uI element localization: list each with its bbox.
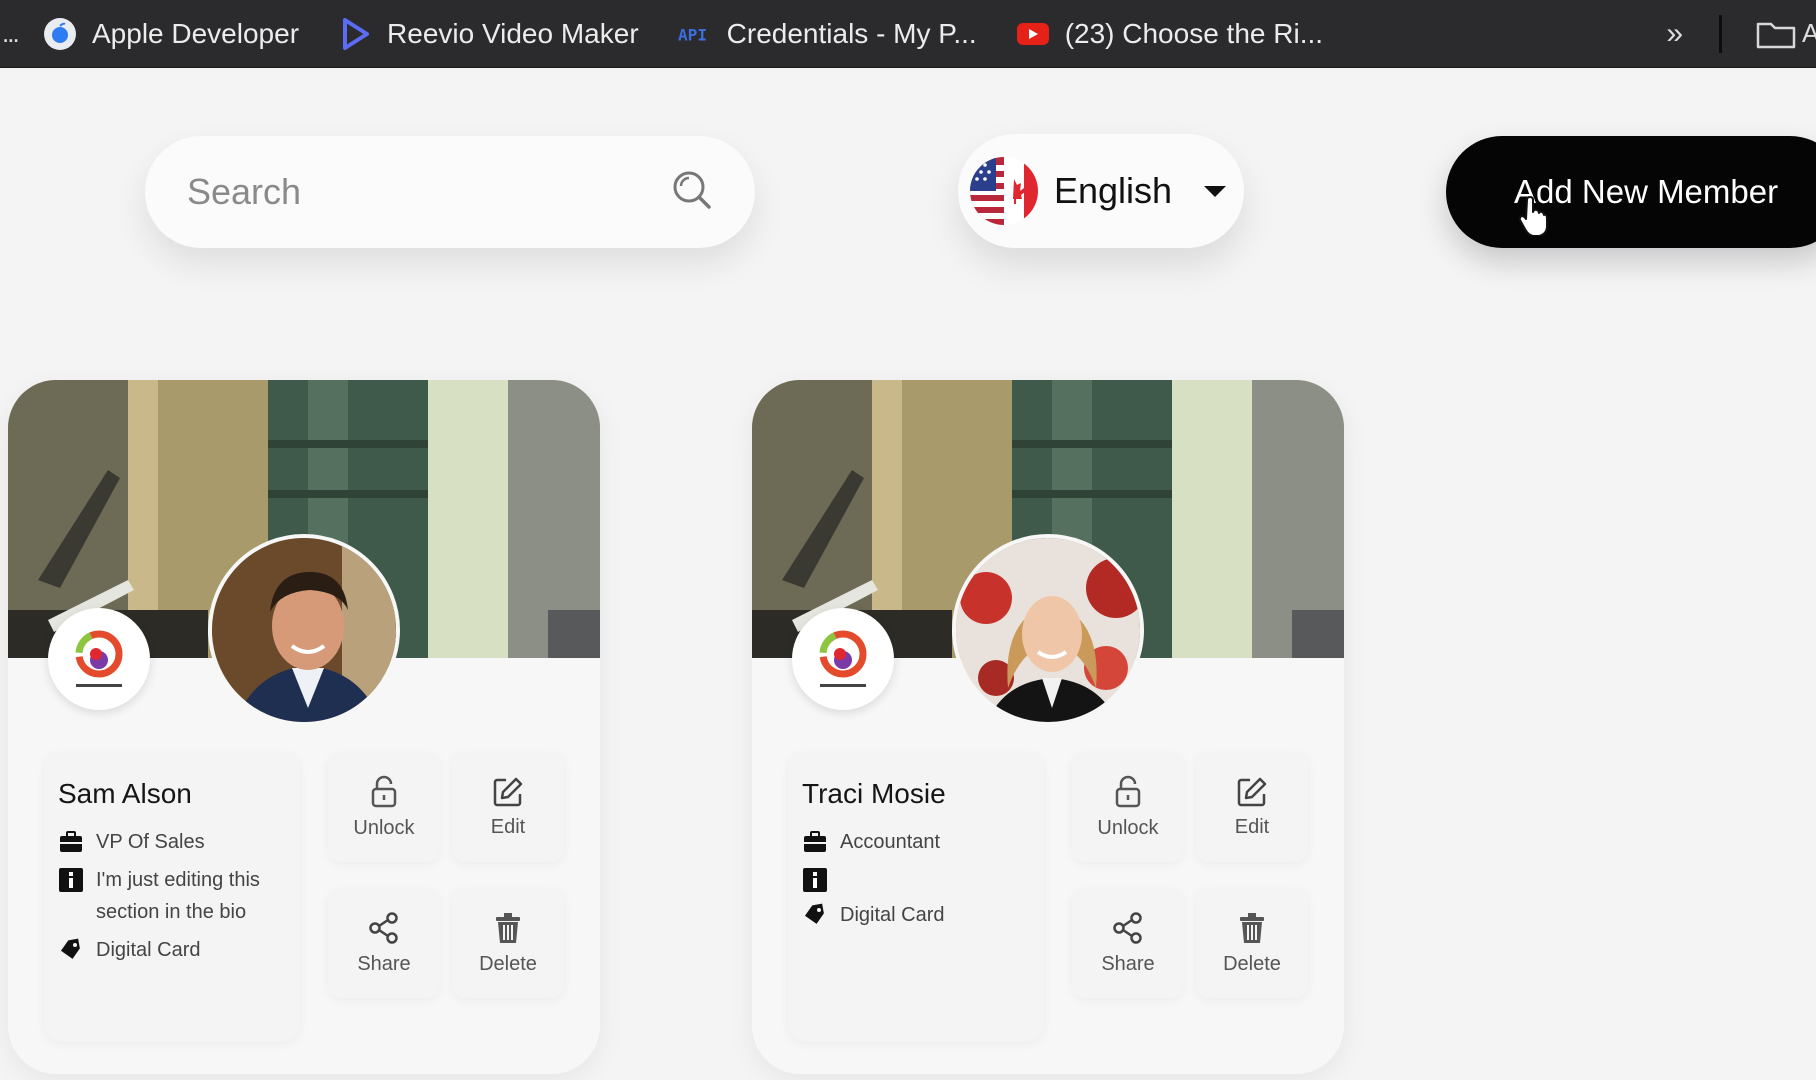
share-button[interactable]: Share bbox=[328, 888, 440, 998]
us-canada-flag-icon bbox=[970, 157, 1038, 225]
folder-label[interactable]: A bbox=[1802, 18, 1816, 49]
search-icon[interactable] bbox=[671, 169, 713, 216]
bookmarks-separator bbox=[1719, 14, 1722, 53]
member-info-panel: Sam Alson VP Of Sales I'm just editing t… bbox=[44, 752, 300, 1042]
member-card: Traci Mosie Accountant Digital Card Unlo… bbox=[752, 380, 1344, 1074]
bookmarks-overflow-icon[interactable]: » bbox=[1666, 17, 1683, 51]
reevio-play-icon bbox=[337, 16, 373, 52]
member-bio-row: I'm just editing this section in the bio bbox=[58, 864, 286, 928]
bookmark-credentials[interactable]: API Credentials - My P... bbox=[677, 16, 977, 52]
company-logo bbox=[792, 608, 894, 710]
info-icon bbox=[803, 868, 827, 892]
delete-button[interactable]: Delete bbox=[1196, 888, 1308, 998]
hand-cursor-icon bbox=[1518, 196, 1548, 236]
member-card: Sam Alson VP Of Sales I'm just editing t… bbox=[8, 380, 600, 1074]
member-name: Traci Mosie bbox=[802, 778, 946, 809]
svg-text:API: API bbox=[678, 25, 707, 44]
share-icon bbox=[369, 911, 398, 944]
delete-label: Delete bbox=[1223, 952, 1281, 975]
bookmark-label: Reevio Video Maker bbox=[387, 17, 639, 49]
member-title: Accountant bbox=[840, 831, 941, 853]
info-icon bbox=[59, 868, 83, 892]
member-avatar bbox=[952, 534, 1144, 726]
bookmark-label: Credentials - My P... bbox=[726, 17, 977, 49]
bookmark-label: (23) Choose the Ri... bbox=[1064, 17, 1324, 49]
language-selector[interactable]: English bbox=[958, 134, 1244, 248]
delete-label: Delete bbox=[479, 952, 537, 975]
share-label: Share bbox=[1101, 952, 1155, 975]
member-card-type: Digital Card bbox=[840, 904, 945, 926]
edit-label: Edit bbox=[490, 815, 526, 838]
unlock-button[interactable]: Unlock bbox=[1072, 752, 1184, 862]
trash-icon bbox=[496, 912, 520, 943]
share-label: Share bbox=[357, 952, 411, 975]
member-card-type-row: Digital Card bbox=[58, 934, 286, 966]
youtube-icon bbox=[1015, 16, 1051, 52]
briefcase-icon bbox=[804, 831, 826, 852]
edit-icon bbox=[493, 777, 523, 806]
unlock-icon bbox=[1115, 775, 1141, 807]
briefcase-icon bbox=[60, 831, 82, 852]
chevron-down-icon bbox=[1204, 185, 1227, 197]
tag-icon bbox=[804, 903, 824, 924]
member-bio-row bbox=[802, 864, 1030, 893]
trash-icon bbox=[1240, 912, 1264, 943]
search-bar[interactable]: Search bbox=[145, 136, 755, 248]
member-title-row: VP Of Sales bbox=[58, 826, 286, 858]
search-input[interactable]: Search bbox=[187, 171, 671, 213]
edit-button[interactable]: Edit bbox=[1196, 752, 1308, 862]
unlock-button[interactable]: Unlock bbox=[328, 752, 440, 862]
edit-button[interactable]: Edit bbox=[452, 752, 564, 862]
add-new-member-button[interactable]: Add New Member bbox=[1446, 136, 1816, 248]
bookmarks-bar: ... Apple Developer Reevio Video Maker A… bbox=[0, 0, 1816, 68]
api-icon: API bbox=[677, 16, 713, 52]
edit-label: Edit bbox=[1234, 815, 1270, 838]
tag-icon bbox=[60, 938, 80, 959]
share-button[interactable]: Share bbox=[1072, 888, 1184, 998]
company-logo bbox=[48, 608, 150, 710]
member-bio: I'm just editing this section in the bio bbox=[96, 869, 260, 923]
unlock-label: Unlock bbox=[1097, 816, 1159, 839]
delete-button[interactable]: Delete bbox=[452, 888, 564, 998]
member-avatar bbox=[208, 534, 400, 726]
member-card-type: Digital Card bbox=[96, 939, 201, 961]
bookmark-apple-developer[interactable]: Apple Developer bbox=[42, 16, 299, 52]
member-title: VP Of Sales bbox=[96, 831, 205, 853]
unlock-label: Unlock bbox=[353, 816, 415, 839]
edit-icon bbox=[1237, 777, 1267, 806]
member-card-type-row: Digital Card bbox=[802, 899, 1030, 931]
folder-icon[interactable] bbox=[1756, 18, 1796, 50]
share-icon bbox=[1113, 911, 1142, 944]
bookmark-youtube[interactable]: (23) Choose the Ri... bbox=[1015, 16, 1323, 52]
apple-developer-icon bbox=[42, 16, 78, 52]
bookmark-reevio[interactable]: Reevio Video Maker bbox=[337, 16, 639, 52]
member-title-row: Accountant bbox=[802, 826, 1030, 858]
bookmark-label: Apple Developer bbox=[92, 17, 300, 49]
member-info-panel: Traci Mosie Accountant Digital Card bbox=[788, 752, 1044, 1042]
member-name: Sam Alson bbox=[58, 778, 192, 809]
unlock-icon bbox=[371, 775, 397, 807]
bookmarks-leading[interactable]: ... bbox=[2, 18, 42, 49]
language-label: English bbox=[1054, 170, 1173, 211]
